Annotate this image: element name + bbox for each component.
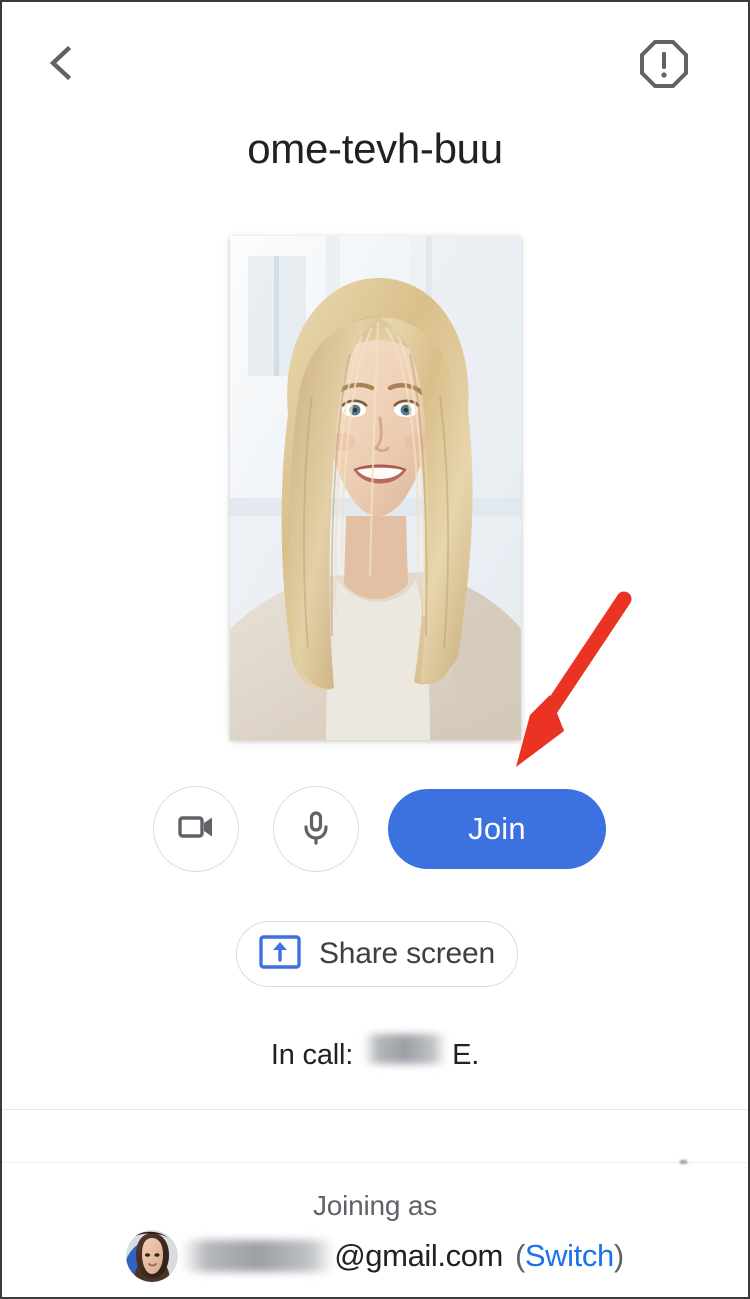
mic-icon — [296, 807, 336, 852]
switch-close-paren: ) — [613, 1238, 624, 1273]
joining-as-label: Joining as — [312, 1190, 438, 1221]
share-screen-label: Share screen — [318, 937, 496, 970]
account-row: @gmail.com (Switch) — [2, 1230, 748, 1282]
camera-toggle-button[interactable] — [153, 786, 239, 872]
in-call-prefix: In call: — [270, 1039, 354, 1071]
in-call-last-initial: E. — [452, 1039, 480, 1071]
share-screen-button[interactable]: Share screen — [236, 921, 518, 987]
divider — [2, 1109, 748, 1110]
join-button[interactable]: Join — [388, 789, 606, 869]
divider-artifact — [680, 1160, 687, 1164]
meet-green-room-screen: ome-tevh-buu Join Share screen In call: … — [0, 0, 750, 1299]
microphone-toggle-button[interactable] — [273, 786, 359, 872]
page-title: ome-tevh-buu — [247, 125, 503, 172]
switch-account-link[interactable]: Switch — [525, 1238, 614, 1273]
in-call-participants: In call: E. — [2, 1034, 748, 1072]
switch-account-wrapper: (Switch) — [515, 1238, 624, 1274]
present-to-screen-icon — [259, 934, 301, 974]
redacted-participant-name — [365, 1034, 446, 1064]
avatar[interactable] — [126, 1230, 179, 1282]
back-chevron-icon[interactable] — [40, 40, 86, 86]
report-problem-octagon-icon[interactable] — [638, 38, 690, 90]
divider-secondary — [2, 1162, 748, 1163]
self-view-video-preview[interactable] — [230, 236, 521, 740]
account-email-domain: @gmail.com — [334, 1238, 503, 1273]
top-app-bar — [2, 2, 748, 108]
videocam-icon — [176, 807, 216, 852]
redacted-email-local-part — [184, 1240, 333, 1272]
call-controls-row: Join — [2, 786, 748, 874]
switch-open-paren: ( — [514, 1238, 525, 1273]
annotation-arrow-icon — [502, 587, 652, 777]
